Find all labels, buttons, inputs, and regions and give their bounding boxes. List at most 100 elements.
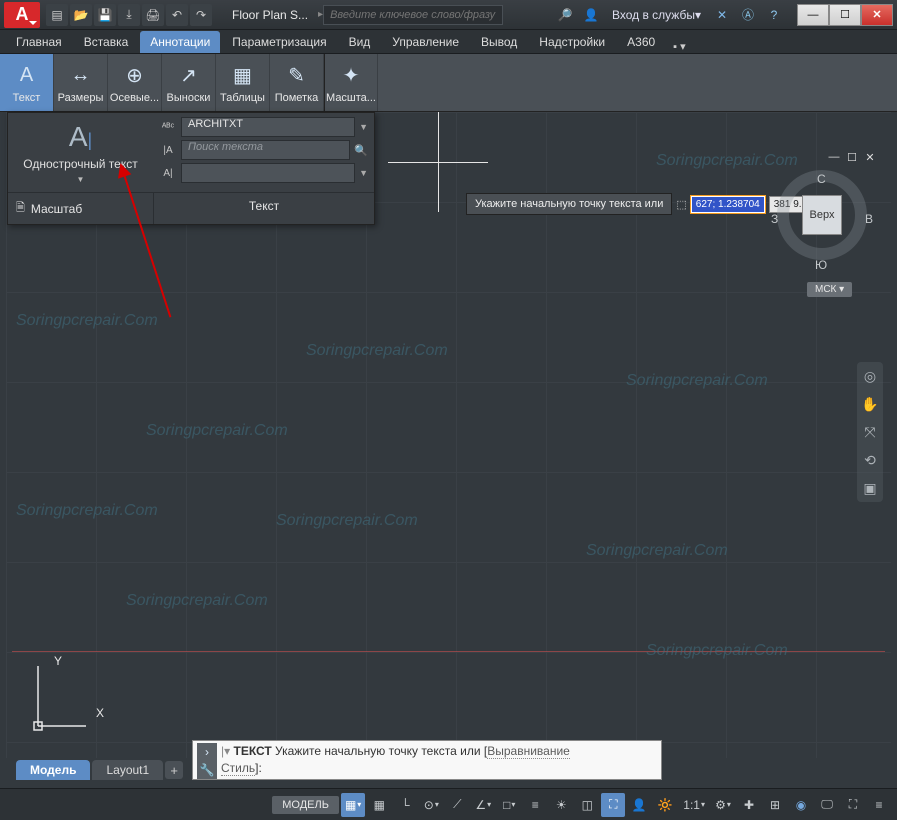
viewcube-north[interactable]: С: [817, 172, 826, 186]
status-isoplane-icon[interactable]: ⟋: [445, 793, 469, 817]
find-text-input[interactable]: Поиск текста: [181, 140, 350, 160]
ribbon-centerlines-button[interactable]: ⊕Осевые...: [108, 54, 162, 111]
status-otrack-icon[interactable]: ∠▾: [471, 793, 495, 817]
tooltip-coord-1[interactable]: 627; 1.238704: [691, 196, 765, 213]
status-annoscale-icon[interactable]: ⛶: [601, 793, 625, 817]
ribbon-tables-button[interactable]: ▦Таблицы: [216, 54, 270, 111]
status-qp-icon[interactable]: ◉: [789, 793, 813, 817]
command-line-handle[interactable]: › 🔧: [197, 743, 217, 779]
status-osnap-icon[interactable]: □▾: [497, 793, 521, 817]
viewcube-face[interactable]: Верх: [802, 195, 842, 235]
command-option-style[interactable]: Стиль: [221, 761, 255, 776]
minimize-button[interactable]: —: [797, 4, 829, 26]
ribbon-leaders-button[interactable]: ↗Выноски: [162, 54, 216, 111]
nav-pan-icon[interactable]: ✋: [860, 394, 880, 414]
exchange-icon[interactable]: ✕: [711, 4, 733, 26]
vc-restore-icon[interactable]: ☐: [845, 150, 859, 164]
leader-icon: ↗: [175, 62, 203, 90]
ribbon-scale-button[interactable]: ✦Масшта...: [324, 54, 378, 111]
status-scale-value[interactable]: 1:1▾: [679, 793, 709, 817]
search-input[interactable]: [323, 5, 503, 25]
viewcube-east[interactable]: В: [865, 212, 873, 226]
height-icon[interactable]: A|: [159, 165, 177, 181]
app-logo[interactable]: A: [4, 2, 40, 28]
wrench-icon[interactable]: 🔧: [200, 763, 215, 777]
vc-close-icon[interactable]: ✕: [863, 150, 877, 164]
viewcube-west[interactable]: З: [771, 212, 778, 226]
qat-save-icon[interactable]: 💾: [94, 4, 116, 26]
status-annovisibility-icon[interactable]: 👤: [627, 793, 651, 817]
qat-open-icon[interactable]: 📂: [70, 4, 92, 26]
tab-annotations[interactable]: Аннотации: [140, 31, 220, 53]
text-icon: A: [13, 62, 41, 90]
status-annomonitor-icon[interactable]: ✚: [737, 793, 761, 817]
qat-saveas-icon[interactable]: ⤓: [118, 4, 140, 26]
layout-add-button[interactable]: +: [165, 761, 183, 779]
tab-strip: Главная Вставка Аннотации Параметризация…: [0, 30, 897, 54]
ribbon-markup-button[interactable]: ✎Пометка: [270, 54, 324, 111]
tab-home[interactable]: Главная: [6, 31, 72, 53]
tab-addins[interactable]: Надстройки: [529, 31, 615, 53]
close-button[interactable]: ✕: [861, 4, 893, 26]
status-ortho-icon[interactable]: └: [393, 793, 417, 817]
find-go-icon[interactable]: 🔍: [354, 144, 368, 157]
tab-output[interactable]: Вывод: [471, 31, 527, 53]
qat-undo-icon[interactable]: ↶: [166, 4, 188, 26]
a360-icon[interactable]: Ⓐ: [737, 4, 759, 26]
layout-tab-layout1[interactable]: Layout1: [92, 760, 163, 780]
spellcheck-icon[interactable]: ᴬᴮᶜ: [159, 119, 177, 135]
tab-parametric[interactable]: Параметризация: [222, 31, 336, 53]
qat-redo-icon[interactable]: ↷: [190, 4, 212, 26]
vc-minimize-icon[interactable]: —: [827, 150, 841, 164]
table-icon: ▦: [229, 62, 257, 90]
viewcube-south[interactable]: Ю: [815, 258, 827, 272]
panel-title[interactable]: Текст: [153, 193, 374, 224]
status-lineweight-icon[interactable]: ≡: [523, 793, 547, 817]
status-autoscale-icon[interactable]: 🔆: [653, 793, 677, 817]
status-cycling-icon[interactable]: ◫: [575, 793, 599, 817]
nav-showmotion-icon[interactable]: ▣: [860, 478, 880, 498]
tab-manage[interactable]: Управление: [382, 31, 469, 53]
nav-orbit-icon[interactable]: ⟲: [860, 450, 880, 470]
watermark: Soringpcrepair.Com: [16, 502, 158, 520]
user-icon[interactable]: 👤: [580, 4, 602, 26]
nav-wheel-icon[interactable]: ◎: [860, 366, 880, 386]
status-snap-icon[interactable]: ▦: [367, 793, 391, 817]
status-polar-icon[interactable]: ⊙▾: [419, 793, 443, 817]
command-option-justify[interactable]: Выравнивание: [487, 744, 570, 759]
ribbon-dimensions-button[interactable]: ↔Размеры: [54, 54, 108, 111]
single-line-text-button[interactable]: A| Однострочный текст ▼: [8, 113, 153, 192]
find-icon[interactable]: |A: [159, 142, 177, 158]
qat-plot-icon[interactable]: 🖨: [142, 4, 164, 26]
ribbon-text-button[interactable]: AТекст: [0, 54, 54, 111]
status-workspace-icon[interactable]: ⚙▾: [711, 793, 735, 817]
tab-view[interactable]: Вид: [339, 31, 381, 53]
tab-a360[interactable]: A360: [617, 31, 665, 53]
qat-new-icon[interactable]: ▤: [46, 4, 68, 26]
status-transparency-icon[interactable]: ☀: [549, 793, 573, 817]
signin-link[interactable]: Вход в службы▾: [606, 8, 707, 22]
status-grid-icon[interactable]: ▦▾: [341, 793, 365, 817]
layout-tab-model[interactable]: Модель: [16, 760, 90, 780]
ucs-y-label: Y: [54, 654, 62, 668]
help-icon[interactable]: ?: [763, 4, 785, 26]
status-units-icon[interactable]: ⊞: [763, 793, 787, 817]
viewcube: — ☐ ✕ Верх С Ю В З МСК ▾: [767, 150, 877, 260]
centerline-icon: ⊕: [121, 62, 149, 90]
status-customize-icon[interactable]: ≡: [867, 793, 891, 817]
command-line[interactable]: › 🔧 |▾ ТЕКСТ Укажите начальную точку тек…: [192, 740, 662, 780]
maximize-button[interactable]: ☐: [829, 4, 861, 26]
text-panel-dropdown: A| Однострочный текст ▼ ᴬᴮᶜ ARCHITXT ▼ |…: [7, 112, 375, 225]
text-style-dropdown[interactable]: ARCHITXT: [181, 117, 355, 137]
viewcube-wcs[interactable]: МСК ▾: [807, 282, 852, 297]
watermark: Soringpcrepair.Com: [276, 512, 418, 530]
ribbon: AТекст ↔Размеры ⊕Осевые... ↗Выноски ▦Таб…: [0, 54, 897, 112]
status-hwaccel-icon[interactable]: 🖵: [815, 793, 839, 817]
nav-zoom-icon[interactable]: ⤧: [860, 422, 880, 442]
tab-overflow-icon[interactable]: ▪ ▾: [673, 40, 685, 53]
tab-insert[interactable]: Вставка: [74, 31, 139, 53]
status-model-indicator[interactable]: МОДЕЛЬ: [272, 796, 339, 814]
status-cleanscreen-icon[interactable]: ⛶: [841, 793, 865, 817]
search-go-icon[interactable]: 🔎: [554, 4, 576, 26]
text-height-dropdown[interactable]: [181, 163, 355, 183]
